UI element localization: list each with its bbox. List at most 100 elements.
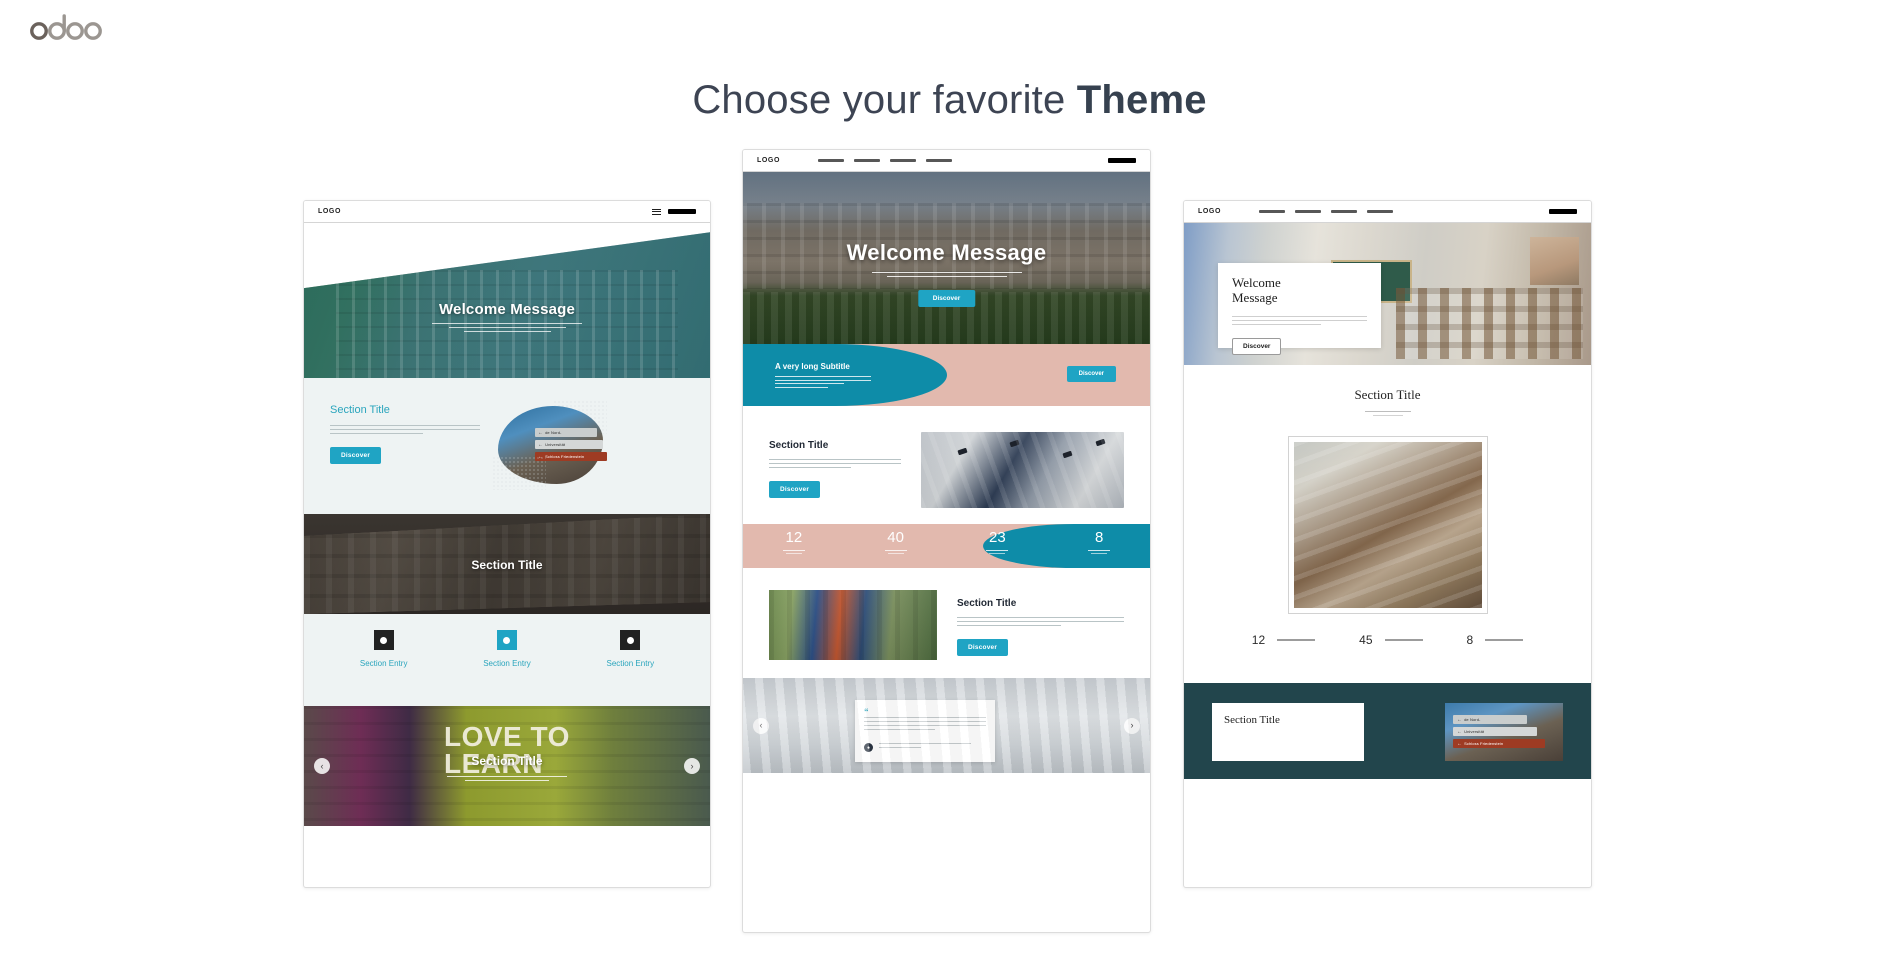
discover-button[interactable]: Discover	[1066, 366, 1116, 382]
nav-link-placeholder[interactable]	[1259, 210, 1286, 213]
nav-link-placeholder[interactable]	[818, 159, 845, 162]
app-topbar	[0, 0, 1899, 56]
arrow-left-icon: ←	[538, 441, 544, 448]
stat-dash	[1277, 639, 1316, 641]
theme-card-right[interactable]: LOGO Welcome Message Discover Section Ti…	[1183, 200, 1592, 888]
nav-cta-button[interactable]	[1549, 209, 1577, 214]
theme-middle-navbar: LOGO	[743, 150, 1150, 172]
counter-rule	[1088, 550, 1111, 551]
dark-section-image: ← de Nord- ← Universität ← Schloss Friedens…	[1445, 703, 1563, 761]
carousel-lines	[447, 776, 567, 784]
nav-cta-button[interactable]	[1108, 158, 1136, 163]
theme-card-left[interactable]: LOGO Welcome Message Section Title Disco…	[303, 200, 711, 888]
theme-left-carousel[interactable]: LOVE TO LEARN Section Title ‹ ›	[304, 706, 710, 826]
nav-link-placeholder[interactable]	[1295, 210, 1322, 213]
section-text-block: Section Title Discover	[769, 432, 901, 498]
counter-item: 8	[1048, 524, 1150, 568]
sign-item: ← de Nord-	[1453, 715, 1527, 724]
carousel-title: Section Title	[471, 754, 543, 768]
section-entry[interactable]: Section Entry	[582, 630, 678, 688]
theme-right-stats: 12 45 8	[1184, 633, 1591, 683]
desks-decoration	[1395, 288, 1583, 360]
theme-middle-hero: Welcome Message Discover	[743, 172, 1150, 344]
nav-link-placeholder[interactable]	[926, 159, 953, 162]
discover-button[interactable]: Discover	[1232, 338, 1282, 356]
section-title: Section Title	[957, 598, 1017, 609]
square-dark-icon	[620, 630, 641, 650]
page-title-bold: Theme	[1076, 78, 1207, 122]
theme-gallery: LOGO Welcome Message Section Title Disco…	[0, 149, 1899, 949]
mini-logo: LOGO	[757, 157, 781, 164]
counter-item: 23	[947, 524, 1049, 568]
theme-middle-section-2: Section Title Discover	[743, 568, 1150, 678]
section-image	[769, 590, 937, 660]
poster-line-1: LOVE TO	[444, 721, 570, 752]
wall-map-decoration	[1529, 237, 1579, 286]
chevron-right-icon[interactable]: ›	[1124, 717, 1140, 734]
dark-band-title: Section Title	[471, 558, 543, 572]
entry-label: Section Entry	[606, 659, 655, 668]
arrow-left-icon: ←	[1457, 728, 1463, 735]
section-entry[interactable]: Section Entry	[336, 630, 432, 688]
nav-links	[818, 159, 953, 162]
hamburger-icon[interactable]	[652, 208, 661, 215]
subtitle-title: A very long Subtitle	[775, 362, 850, 371]
counter-item: 12	[743, 524, 845, 568]
mini-logo: LOGO	[318, 208, 342, 215]
stat-item: 12	[1252, 633, 1316, 647]
nav-link-placeholder[interactable]	[1367, 210, 1394, 213]
welcome-card: Welcome Message Discover	[1218, 263, 1381, 356]
testimonial-card: “ ●	[855, 700, 995, 762]
page-title: Choose your favorite Theme	[0, 78, 1899, 123]
chevron-left-icon[interactable]: ‹	[753, 717, 769, 734]
theme-left-dark-band: Section Title	[304, 514, 710, 614]
testimonial-author-lines	[879, 743, 971, 751]
sign-label: Universität	[545, 442, 566, 447]
sign-label: Schloss Friedenstein	[1464, 741, 1504, 746]
counter-value: 12	[785, 529, 803, 546]
nav-link-placeholder[interactable]	[854, 159, 881, 162]
stat-dash	[1384, 639, 1423, 641]
theme-left-hero: Welcome Message	[304, 223, 710, 378]
discover-button[interactable]: Discover	[769, 481, 821, 498]
section-body-lines	[330, 425, 480, 434]
welcome-title-line-2: Message	[1232, 289, 1278, 305]
mini-logo: LOGO	[1198, 208, 1222, 215]
arrow-left-icon: ←	[1457, 740, 1463, 747]
counter-rule	[986, 550, 1009, 551]
discover-button[interactable]: Discover	[957, 639, 1009, 656]
dark-section-card: Section Title	[1212, 703, 1364, 761]
discover-button[interactable]: Discover	[917, 290, 976, 307]
sign-label: de Nord-	[1464, 717, 1481, 722]
sign-item: ← Universität	[535, 440, 603, 449]
theme-middle-section: Section Title Discover	[743, 406, 1150, 524]
counter-rule	[884, 550, 907, 551]
counter-rule	[782, 550, 805, 551]
nav-link-placeholder[interactable]	[890, 159, 917, 162]
section-body-lines	[957, 617, 1124, 626]
section-entry[interactable]: Section Entry	[459, 630, 555, 688]
hero-subtitle-lines	[871, 272, 1022, 280]
stat-item: 8	[1467, 633, 1524, 647]
theme-right-hero: Welcome Message Discover	[1184, 223, 1591, 365]
nav-links	[1259, 210, 1394, 213]
counter-rule	[989, 553, 1006, 554]
chevron-right-icon[interactable]: ›	[684, 758, 700, 774]
discover-button[interactable]: Discover	[330, 447, 382, 464]
welcome-body-lines	[1232, 316, 1367, 326]
theme-left-section: Section Title Discover ← de Nord- ← Univer…	[304, 378, 710, 514]
section-text-block: Section Title Discover	[957, 590, 1124, 656]
odoo-logo[interactable]	[28, 14, 108, 40]
chevron-left-icon[interactable]: ‹	[314, 758, 330, 774]
theme-left-entries: Section Entry Section Entry Section Entr…	[304, 614, 710, 706]
theme-card-middle[interactable]: LOGO Welcome Message Discover A very lon…	[742, 149, 1151, 933]
stat-item: 45	[1359, 633, 1423, 647]
nav-link-placeholder[interactable]	[1331, 210, 1358, 213]
theme-right-dark-section: Section Title ← de Nord- ← Universität ← Sc…	[1184, 683, 1591, 779]
theme-middle-testimonial[interactable]: ‹ › “ ●	[743, 678, 1150, 773]
title-rule	[1372, 415, 1403, 416]
counter-value: 8	[1094, 529, 1104, 546]
page-title-regular: Choose your favorite	[692, 78, 1077, 122]
hero-subtitle-lines	[432, 323, 582, 335]
nav-cta-button[interactable]	[668, 209, 696, 214]
